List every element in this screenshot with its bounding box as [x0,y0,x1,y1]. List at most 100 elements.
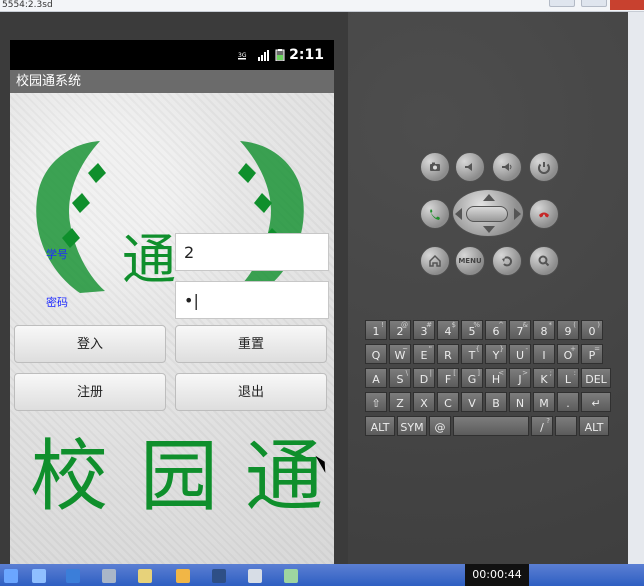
dpad-up-icon [483,194,495,201]
keyboard-key[interactable]: = P [581,344,603,364]
register-button[interactable]: 注册 [14,373,166,411]
keyboard-key[interactable]: C [437,392,459,412]
call-button[interactable] [420,199,450,229]
keyboard-key[interactable]: @2 [389,320,411,340]
keyboard-key[interactable] [555,416,577,436]
keyboard-key[interactable]: . [557,392,579,412]
keyboard-key[interactable]: + O [557,344,579,364]
keyboard-key[interactable]: M [533,392,555,412]
keyboard-key[interactable]: R [437,344,459,364]
window-icon[interactable] [248,569,262,583]
keyboard-key[interactable]: ALT [365,416,395,436]
keyboard-key[interactable]: > J [509,368,531,388]
volume-down-button[interactable] [455,152,485,182]
folder-icon[interactable] [176,569,190,583]
browser-icon[interactable] [66,569,80,583]
keyboard-key[interactable]: ; K [533,368,555,388]
keyboard-key[interactable]: B [485,392,507,412]
keyboard-key[interactable]: I [533,344,555,364]
svg-text:3G: 3G [238,52,247,59]
keyboard-key-label: Y [492,349,500,362]
start-icon[interactable] [4,569,18,583]
keyboard-key-label: / [540,421,544,434]
search-icon [538,255,550,267]
keyboard-key[interactable]: SYM [397,416,427,436]
power-button[interactable] [529,152,559,182]
tab-placeholder[interactable] [581,0,608,7]
settings-icon[interactable] [102,569,116,583]
taskbar-icon[interactable] [32,569,46,583]
dpad-left-icon [455,208,462,220]
photoshop-icon[interactable] [212,569,226,583]
exit-button[interactable]: 退出 [175,373,327,411]
keyboard-key[interactable]: } Y [485,344,507,364]
menu-button[interactable]: MENU [455,246,485,276]
student-id-input[interactable]: 2 [175,233,329,271]
keyboard-key-sup: # [426,321,432,329]
keyboard-key[interactable]: Q [365,344,387,364]
keyboard-key[interactable]: ^ 6 [485,320,507,340]
keyboard-key[interactable]: ↵ [581,392,611,412]
dpad-down-icon [483,226,495,233]
password-input[interactable]: •| [175,281,329,319]
keyboard-key[interactable]: ALT [579,416,609,436]
keyboard-key[interactable]: DEL [581,368,611,388]
keyboard-key[interactable]: ] G [461,368,483,388]
back-button[interactable] [492,246,522,276]
keyboard-key[interactable]: :L [557,368,579,388]
dpad-center[interactable] [466,206,508,222]
keyboard-key[interactable]: \ S [389,368,411,388]
login-button[interactable]: 登入 [14,325,166,363]
keyboard-key[interactable]: < H [485,368,507,388]
keyboard-key-sup: < [498,369,504,377]
keyboard-key-sup: " [428,345,432,353]
volume-up-button[interactable] [492,152,522,182]
keyboard-key[interactable]: $4 [437,320,459,340]
keyboard-key[interactable]: ? / [531,416,553,436]
keyboard-key-label: 0 [588,325,596,338]
keyboard-key[interactable]: % 5 [461,320,483,340]
home-button[interactable] [420,246,450,276]
keyboard-key[interactable]: ! 1 [365,320,387,340]
keyboard-key-label: 8 [540,325,548,338]
battery-icon [275,49,285,61]
keyboard-key[interactable]: * 8 [533,320,555,340]
keyboard-key[interactable]: ⇧ [365,392,387,412]
archive-icon[interactable] [138,569,152,583]
keyboard-key-label: V [468,397,476,410]
camera-button[interactable] [420,152,450,182]
search-button[interactable] [529,246,559,276]
keyboard-key[interactable]: (9 [557,320,579,340]
keyboard-key[interactable]: " E [413,344,435,364]
keyboard-key[interactable]: V [461,392,483,412]
keyboard-key[interactable]: X [413,392,435,412]
keyboard-key[interactable]: -U [509,344,531,364]
keyboard-key-label: F [444,373,452,386]
keyboard-key[interactable]: #3 [413,320,435,340]
app-icon[interactable] [284,569,298,583]
keyboard-key-label: E [420,349,428,362]
keyboard-key-label: ALT [584,421,604,434]
keyboard-key-label: @ [434,421,446,434]
tab-placeholder[interactable] [548,0,575,7]
keyboard-key[interactable] [453,416,529,436]
bg-text-right: 通 [245,432,323,522]
window-title: 5554:2.3sd [2,0,53,10]
keyboard-key-sup: } [499,345,504,353]
keyboard-key-sup: ? [546,417,550,425]
keyboard-key[interactable]: N [509,392,531,412]
keyboard-key[interactable]: | D [413,368,435,388]
keyboard-key[interactable]: {T [461,344,483,364]
reset-button[interactable]: 重置 [175,325,327,363]
keyboard-key[interactable]: Z [389,392,411,412]
keyboard-key[interactable]: @ [429,416,451,436]
keyboard-key[interactable]: ) 0 [581,320,603,340]
keyboard-key[interactable]: ~ W [389,344,411,364]
keyboard-key[interactable]: [F [437,368,459,388]
close-button[interactable] [610,0,644,10]
keyboard-key[interactable]: & 7 [509,320,531,340]
keyboard-key[interactable]: A [365,368,387,388]
end-call-button[interactable] [529,199,559,229]
emulator-controls: MENU ! 1 @2 #3 $4% 5 ^ 6 & 7 * 8(9) 0 Q ~ W " E R{T} Y - U I +… [348,12,628,564]
keyboard-key-sup: $ [451,321,456,329]
